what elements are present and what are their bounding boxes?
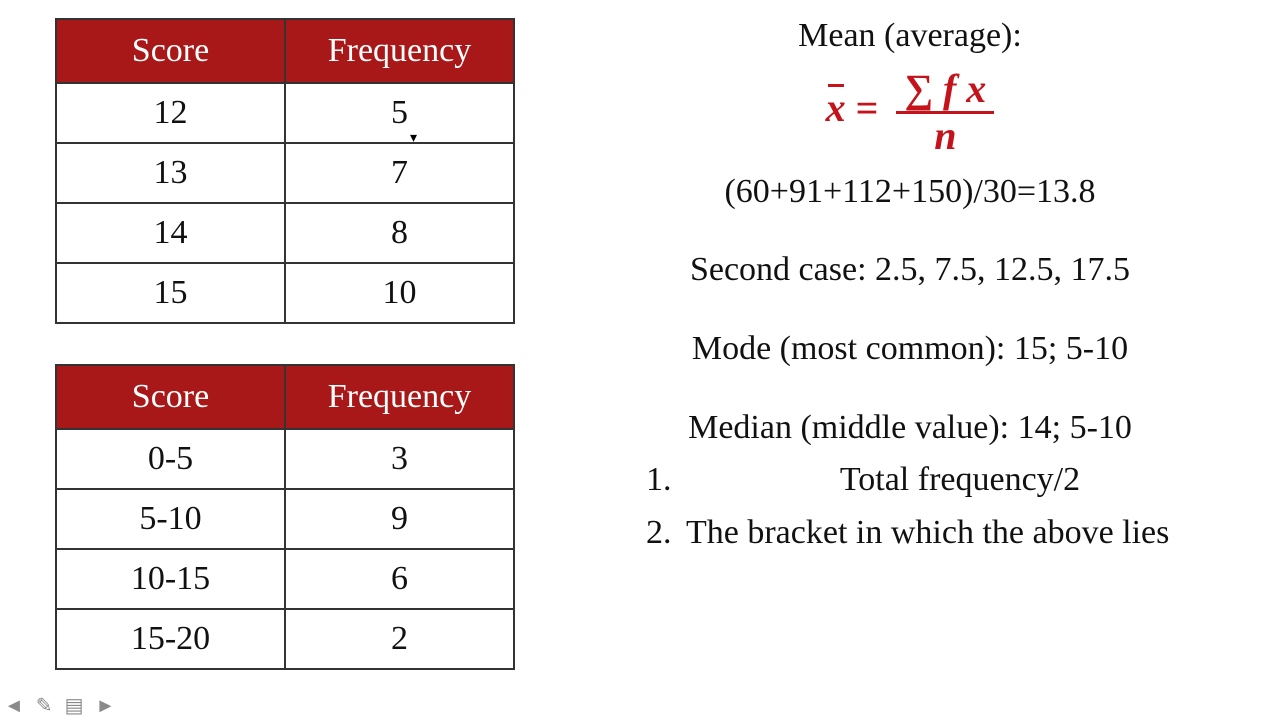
median-step-1: Total frequency/2 xyxy=(680,454,1240,507)
prev-slide-icon[interactable]: ◄ xyxy=(4,696,24,716)
table-row: 5-10 9 xyxy=(56,489,514,549)
median-step-2: The bracket in which the above lies xyxy=(680,507,1240,560)
mode-line: Mode (most common): 15; 5-10 xyxy=(570,323,1250,376)
table-row: 12 5 xyxy=(56,83,514,143)
sigma-symbol: ∑ xyxy=(904,66,933,111)
table-row: 15 10 xyxy=(56,263,514,323)
fraction: ∑ f x n xyxy=(896,69,994,156)
next-slide-icon[interactable]: ► xyxy=(95,696,115,716)
fx-symbol: f x xyxy=(943,66,986,111)
equals-symbol: = xyxy=(856,85,879,130)
table-row: 10-15 6 xyxy=(56,549,514,609)
slide-view-icon[interactable]: ▤ xyxy=(65,696,84,716)
pen-icon[interactable]: ✎ xyxy=(36,696,53,716)
table-row: 0-5 3 xyxy=(56,429,514,489)
median-steps: Total frequency/2 The bracket in which t… xyxy=(640,454,1250,559)
median-line: Median (middle value): 14; 5-10 xyxy=(570,402,1250,455)
t2-h-score: Score xyxy=(56,365,285,429)
cursor-icon: ▾ xyxy=(410,130,417,147)
t2-h-freq: Frequency xyxy=(285,365,514,429)
t1-h-score: Score xyxy=(56,19,285,83)
denominator-n: n xyxy=(896,114,994,156)
mean-formula: x = ∑ f x n xyxy=(826,69,995,156)
second-case-line: Second case: 2.5, 7.5, 12.5, 17.5 xyxy=(570,244,1250,297)
frequency-table-2: Score Frequency 0-5 3 5-10 9 10-15 6 xyxy=(55,364,515,670)
t1-h-freq: Frequency xyxy=(285,19,514,83)
xbar-symbol: x xyxy=(826,88,846,128)
table-row: 13 7 xyxy=(56,143,514,203)
frequency-table-1: Score Frequency 12 5 13 7 14 8 15 xyxy=(55,18,515,324)
slide-toolbar: ◄ ✎ ▤ ► xyxy=(0,694,119,718)
mean-title: Mean (average): xyxy=(570,10,1250,63)
mean-calculation: (60+91+112+150)/30=13.8 xyxy=(570,166,1250,219)
table-row: 15-20 2 xyxy=(56,609,514,669)
table-row: 14 8 xyxy=(56,203,514,263)
